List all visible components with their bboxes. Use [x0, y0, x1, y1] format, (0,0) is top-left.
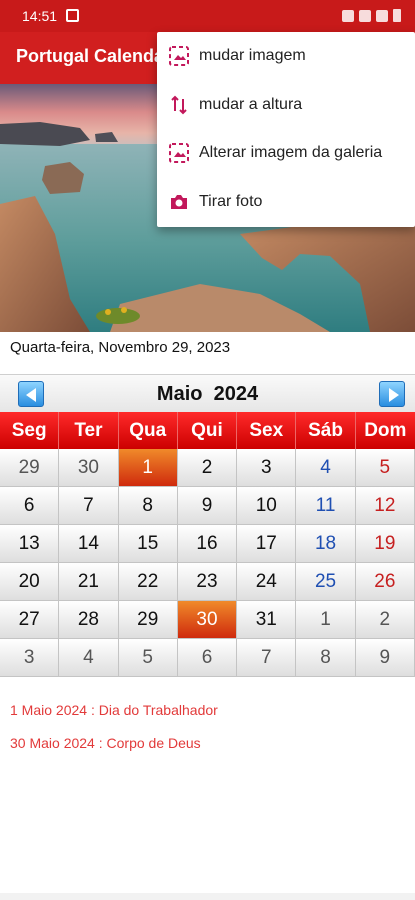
day-cell[interactable]: 7	[59, 487, 119, 525]
battery-icon	[393, 9, 401, 22]
menu-item-label: mudar imagem	[199, 47, 306, 65]
holiday-list: 1 Maio 2024 : Dia do Trabalhador 30 Maio…	[10, 700, 218, 766]
day-cell[interactable]: 24	[237, 563, 297, 601]
current-date: Quarta-feira, Novembro 29, 2023	[10, 339, 231, 356]
status-bar: 14:51	[0, 0, 415, 32]
day-cell[interactable]: 13	[0, 525, 60, 563]
holiday-item: 30 Maio 2024 : Corpo de Deus	[10, 735, 201, 751]
day-cell[interactable]: 25	[296, 563, 356, 601]
weekday-label: Sex	[237, 412, 297, 449]
week-row: 20 21 22 23 24 25 26	[0, 563, 415, 601]
day-cell[interactable]: 9	[177, 487, 238, 525]
menu-item-label: Alterar imagem da galeria	[199, 144, 383, 162]
weekday-label: Seg	[0, 412, 60, 449]
mute-icon	[359, 9, 371, 22]
day-cell[interactable]: 3	[237, 449, 297, 487]
day-cell[interactable]: 31	[237, 601, 297, 639]
next-month-button[interactable]	[379, 381, 405, 407]
day-cell[interactable]: 6	[177, 639, 238, 677]
weekday-header: Seg Ter Qua Qui Sex Sáb Dom	[0, 412, 415, 449]
weekday-label: Qua	[119, 412, 178, 449]
day-cell[interactable]: 19	[355, 525, 415, 563]
day-cell-holiday[interactable]: 30	[177, 601, 238, 639]
week-row: 6 7 8 9 10 11 12	[0, 487, 415, 525]
menu-item-change-height[interactable]: mudar a altura	[157, 81, 415, 130]
menu-item-gallery[interactable]: Alterar imagem da galeria	[157, 129, 415, 178]
menu-item-label: Tirar foto	[199, 192, 263, 210]
day-cell[interactable]: 29	[0, 449, 60, 487]
day-cell[interactable]: 8	[118, 487, 178, 525]
day-cell[interactable]: 5	[355, 449, 415, 487]
day-cell[interactable]: 2	[355, 601, 415, 639]
alarm-icon	[342, 9, 354, 22]
weekday-label: Ter	[59, 412, 119, 449]
height-arrows-icon	[167, 93, 191, 117]
weekday-label: Qui	[178, 412, 238, 449]
weekday-label: Sáb	[296, 412, 356, 449]
image-icon	[167, 44, 191, 68]
navigation-bar	[0, 893, 415, 900]
day-cell[interactable]: 16	[177, 525, 238, 563]
signal-icon	[376, 9, 388, 22]
overflow-menu: mudar imagem mudar a altura Alterar imag…	[157, 32, 415, 227]
week-row: 3456789	[0, 639, 415, 677]
day-cell[interactable]: 17	[237, 525, 297, 563]
day-cell[interactable]: 30	[59, 449, 119, 487]
day-cell[interactable]: 6	[0, 487, 60, 525]
day-cell[interactable]: 3	[0, 639, 60, 677]
calendar-grid: 29 30 1 2 3 4 5 6 7 8 9 10 11 12 13 14 15 16 17 18 19 20 21 22 2…	[0, 449, 415, 677]
notification-icon	[66, 9, 79, 22]
day-cell[interactable]: 9	[355, 639, 415, 677]
day-cell-holiday[interactable]: 1	[118, 449, 178, 487]
day-cell[interactable]: 10	[237, 487, 297, 525]
day-cell[interactable]: 23	[177, 563, 238, 601]
status-icons	[342, 9, 401, 22]
camera-icon	[167, 190, 191, 214]
arrow-right-icon	[389, 388, 399, 402]
week-row: 27 28 29 30 31 1 2	[0, 601, 415, 639]
day-cell[interactable]: 11	[296, 487, 356, 525]
day-cell[interactable]: 27	[0, 601, 60, 639]
month-title: Maio 2024	[156, 383, 259, 405]
day-cell[interactable]: 20	[0, 563, 60, 601]
week-row: 13 14 15 16 17 18 19	[0, 525, 415, 563]
day-cell[interactable]: 22	[118, 563, 178, 601]
day-cell[interactable]: 7	[237, 639, 297, 677]
menu-item-label: mudar a altura	[199, 95, 303, 113]
day-cell[interactable]: 8	[296, 639, 356, 677]
day-cell[interactable]: 15	[118, 525, 178, 563]
day-cell[interactable]: 26	[355, 563, 415, 601]
day-cell[interactable]: 5	[118, 639, 178, 677]
weekday-label: Dom	[364, 420, 407, 441]
day-cell[interactable]: 18	[296, 525, 356, 563]
week-row: 29 30 1 2 3 4 5	[0, 449, 415, 487]
day-cell[interactable]: 2	[177, 449, 238, 487]
day-cell[interactable]: 29	[118, 601, 178, 639]
status-time: 14:51	[22, 8, 58, 24]
day-cell[interactable]: 28	[59, 601, 119, 639]
gallery-icon	[167, 141, 191, 165]
day-cell[interactable]: 4	[296, 449, 356, 487]
day-cell[interactable]: 12	[355, 487, 415, 525]
menu-item-take-photo[interactable]: Tirar foto	[157, 178, 415, 227]
menu-item-change-image[interactable]: mudar imagem	[157, 32, 415, 81]
day-cell[interactable]: 21	[59, 563, 119, 601]
holiday-item: 1 Maio 2024 : Dia do Trabalhador	[10, 702, 218, 718]
day-cell[interactable]: 1	[296, 601, 356, 639]
day-cell[interactable]: 4	[59, 639, 119, 677]
day-cell[interactable]: 14	[59, 525, 119, 563]
month-header: Maio 2024	[0, 374, 415, 412]
